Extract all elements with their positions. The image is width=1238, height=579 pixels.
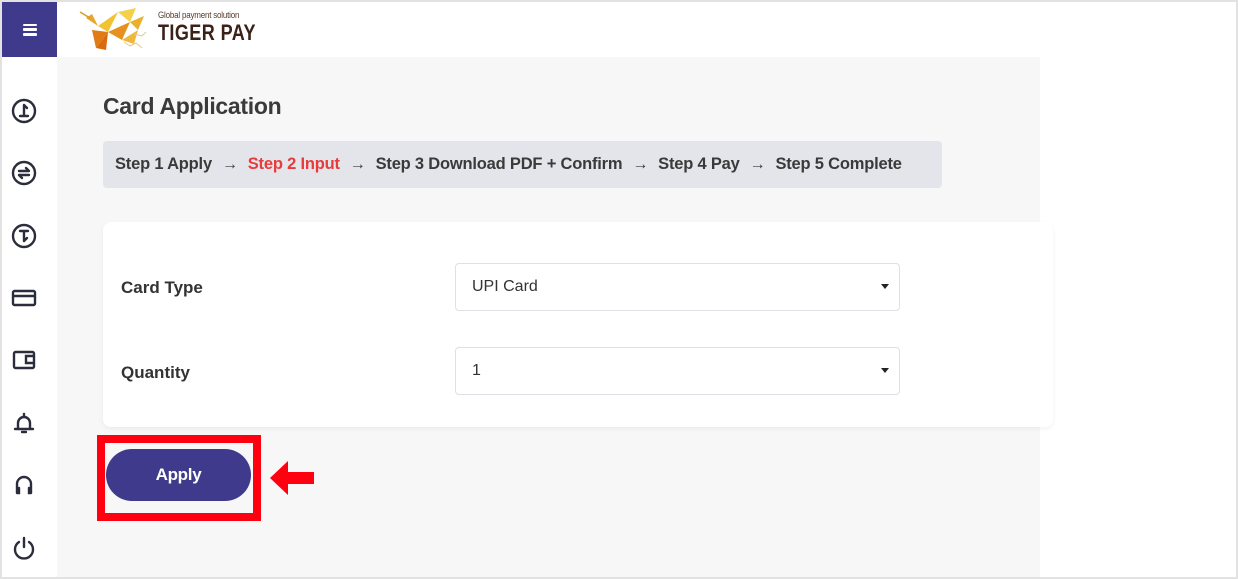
step-5: Step 5 Complete — [775, 155, 902, 173]
step-arrow: → — [349, 155, 366, 173]
withdraw-icon — [11, 223, 37, 249]
sidebar — [2, 57, 57, 577]
hamburger-menu-icon — [22, 23, 37, 36]
quantity-select[interactable]: 1 — [455, 347, 900, 395]
bell-icon — [13, 412, 35, 434]
app-frame: Global payment solution TIGER PAY Card A… — [0, 0, 1238, 579]
sidebar-item-withdraw[interactable] — [10, 222, 38, 250]
step-2-active: Step 2 Input — [247, 155, 340, 173]
wallet-icon — [12, 350, 36, 370]
sidebar-item-logout[interactable] — [10, 534, 38, 562]
sidebar-item-notifications[interactable] — [10, 409, 38, 437]
quantity-value: 1 — [472, 362, 481, 379]
annotation-arrow-icon — [270, 461, 314, 495]
page-title: Card Application — [103, 93, 282, 119]
logo[interactable]: Global payment solution TIGER PAY — [78, 2, 277, 54]
step-arrow: → — [749, 155, 766, 173]
apply-button[interactable]: Apply — [106, 449, 251, 501]
deposit-icon — [11, 98, 37, 124]
chevron-down-icon — [881, 284, 889, 289]
quantity-label: Quantity — [121, 363, 190, 382]
step-arrow: → — [221, 155, 238, 173]
tiger-logo-icon — [79, 8, 147, 50]
sidebar-item-wallet[interactable] — [10, 346, 38, 374]
transfer-icon — [11, 160, 37, 186]
main-content: Card Application Step 1 Apply → Step 2 I… — [57, 57, 1053, 577]
card-type-select[interactable]: UPI Card — [455, 263, 900, 311]
sidebar-item-card[interactable] — [10, 284, 38, 312]
power-icon — [13, 536, 35, 560]
step-arrow: → — [632, 155, 649, 173]
step-3: Step 3 Download PDF + Confirm — [375, 155, 623, 173]
card-icon — [11, 289, 37, 307]
step-1: Step 1 Apply — [115, 155, 212, 173]
logo-brand: TIGER PAY — [158, 20, 256, 45]
card-type-label: Card Type — [121, 278, 203, 297]
step-4: Step 4 Pay — [658, 155, 740, 173]
step-progress-bar: Step 1 Apply → Step 2 Input → Step 3 Dow… — [103, 141, 942, 188]
application-form-card: Card Type UPI Card Quantity 1 — [103, 222, 1053, 427]
chevron-down-icon — [881, 368, 889, 373]
card-type-value: UPI Card — [472, 278, 538, 295]
sidebar-item-support[interactable] — [10, 471, 38, 499]
sidebar-item-transfer[interactable] — [10, 159, 38, 187]
sidebar-item-deposit[interactable] — [10, 97, 38, 125]
menu-button[interactable] — [2, 2, 57, 57]
headphones-icon — [15, 475, 33, 495]
